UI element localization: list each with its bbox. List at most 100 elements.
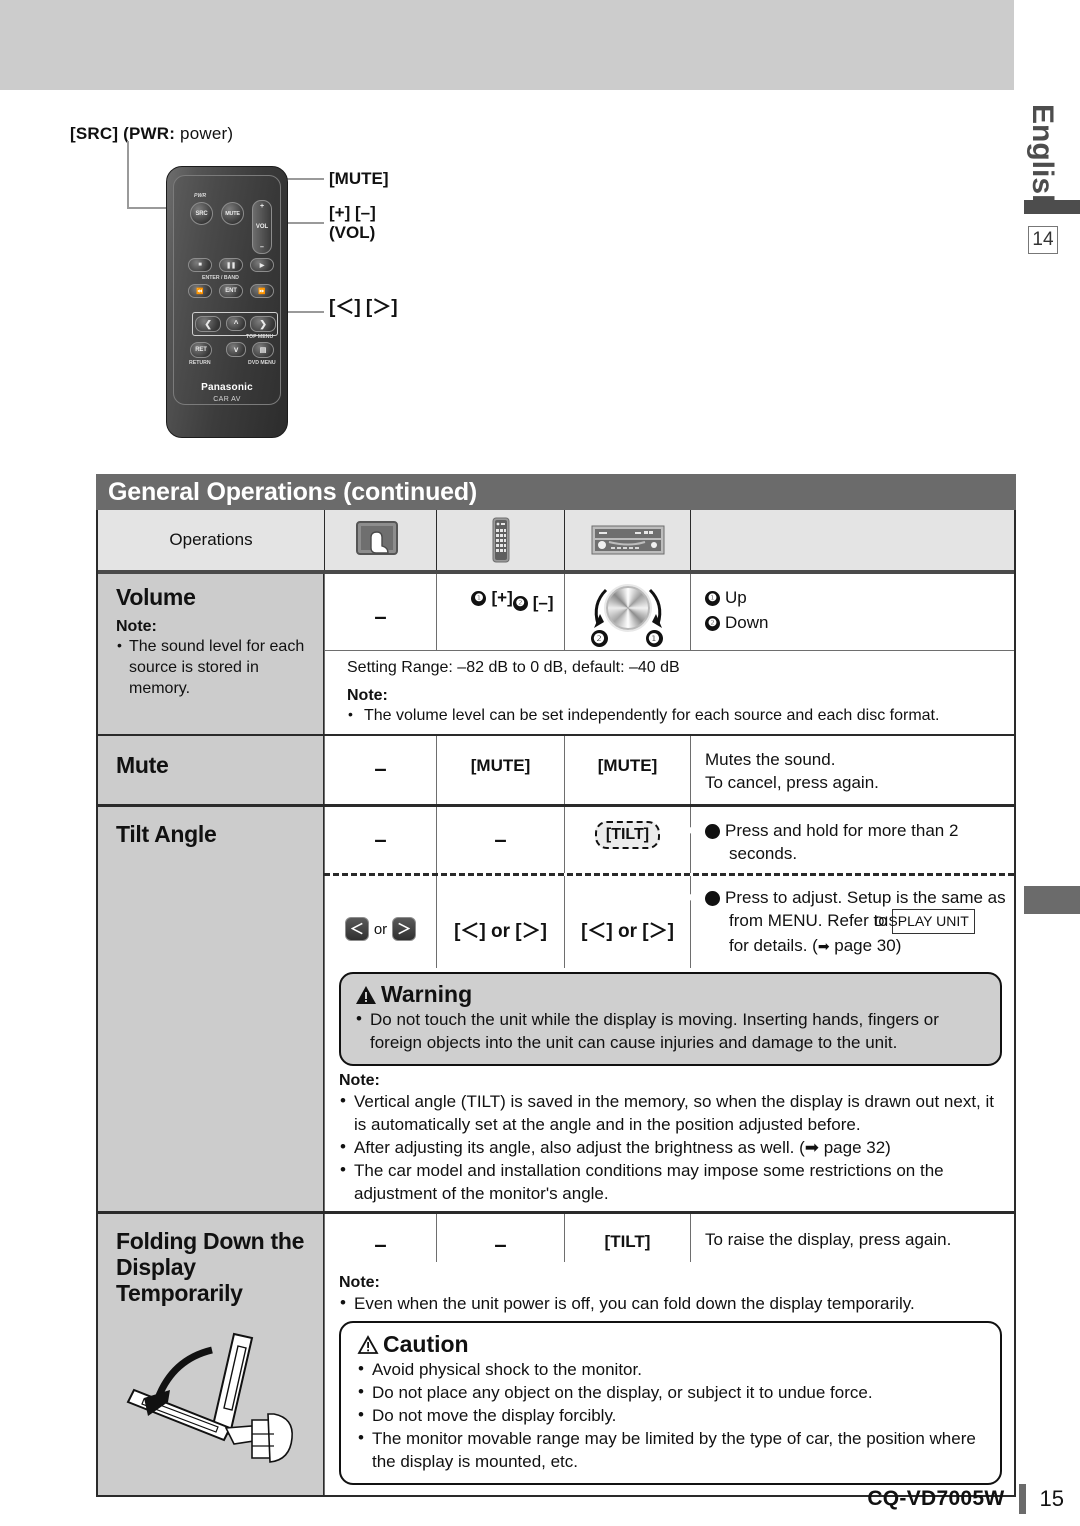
step-badge-1: ❶ <box>471 591 487 607</box>
volume-desc-up-label: Up <box>725 588 747 607</box>
remote-vol-rocker: + VOL – <box>252 200 272 254</box>
remote-play-button: ▶ <box>250 258 274 272</box>
table-header-row: Operations <box>98 510 1014 574</box>
tilt-step1-desc-text: ❶ Press and hold for more than 2 seconds. <box>689 819 1004 865</box>
remote-brand: Panasonic <box>201 382 253 393</box>
volume-desc-cell: ❶ Up ❷ Down <box>690 574 1014 650</box>
warning-title-row: Warning <box>355 981 986 1008</box>
leader-line-src-v <box>127 141 129 209</box>
page-footer: CQ-VD7005W 15 <box>867 1484 1064 1514</box>
volume-remote-plus: [+] <box>491 588 513 607</box>
tilt-note-bullet-3: The car model and installation condition… <box>339 1158 1002 1205</box>
section-title: General Operations (continued) <box>96 474 1016 510</box>
step-badge-2c: ❷ <box>689 891 720 907</box>
folding-desc-text: To raise the display, press again. <box>705 1230 952 1249</box>
volume-note-bullet: The sound level for each source is store… <box>116 635 311 699</box>
language-label: English <box>1026 103 1059 213</box>
folding-touch-dash: – <box>374 1232 387 1257</box>
caution-bullet-1: Avoid physical shock to the monitor. <box>357 1357 986 1381</box>
volume-title-cell: Volume Note: The sound level for each so… <box>98 574 324 734</box>
caution-bullet-3: Do not move the display forcibly. <box>357 1403 986 1427</box>
warning-bullet: Do not touch the unit while the display … <box>355 1007 986 1054</box>
row-title-tilt-angle: Tilt Angle <box>116 821 217 847</box>
touch-left-key[interactable]: ＜ <box>344 917 369 941</box>
step-badge-1b: ❶ <box>705 591 720 607</box>
volume-unit-cell: ❷ ❶ <box>564 574 690 650</box>
tilt-step2-remote-keys: [＜] or [＞] <box>454 920 547 942</box>
volume-knob-illustration: ❷ ❶ <box>580 584 676 650</box>
table-row-mute: Mute – [MUTE] [MUTE] Mutes the sound. To… <box>98 736 1014 807</box>
tilt-step1-touch-dash: – <box>374 827 387 852</box>
knob-mark-left: ❷ <box>590 630 608 647</box>
volume-subnote-area: Setting Range: –82 dB to 0 dB, default: … <box>324 650 1014 734</box>
sidebar-dark-tab <box>1024 200 1080 214</box>
tilt-step2-remote: [＜] or [＞] <box>436 876 564 968</box>
footer-model: CQ-VD7005W <box>867 1487 1005 1510</box>
tilt-title-cell: Tilt Angle <box>98 807 324 1211</box>
mute-desc-cell: Mutes the sound. To cancel, press again. <box>690 736 1014 804</box>
row-title-volume: Volume <box>116 584 196 610</box>
remote-ent-button: ENT <box>219 284 243 298</box>
warning-box: Warning Do not touch the unit while the … <box>339 972 1002 1066</box>
folding-display-illustration <box>116 1316 323 1481</box>
tilt-step1-remote-dash: – <box>494 827 507 852</box>
volume-note-label: Note: <box>116 618 157 635</box>
head-unit-icon <box>564 510 690 570</box>
mute-touch-dash: – <box>374 756 387 781</box>
remote-up-button: ^ <box>226 316 246 331</box>
volume-desc-up: ❶ Up <box>705 588 1014 608</box>
step-badge-2: ❷ <box>512 596 528 612</box>
remote-left-button: ❮ <box>195 316 221 332</box>
mute-desc-line2: To cancel, press again. <box>705 773 879 792</box>
warning-title: Warning <box>381 981 473 1007</box>
remote-ret-button: RET <box>190 342 212 358</box>
remote-brand-sub: CAR AV <box>213 396 241 403</box>
callout-vol-line2: (VOL) <box>329 223 376 242</box>
table-row-tilt-angle: Tilt Angle – – [TILT] ❶ Press and hold fo… <box>98 807 1014 1214</box>
tilt-step2-desc: ❷ Press to adjust. Setup is the same as f… <box>689 876 1014 968</box>
tilt-note-bullet-1: Vertical angle (TILT) is saved in the me… <box>339 1089 1002 1136</box>
remote-top-menu-label: TOP MENU <box>246 334 274 340</box>
tilt-warning-area: Warning Do not touch the unit while the … <box>324 968 1014 1211</box>
row-title-mute: Mute <box>116 752 169 778</box>
table-row-volume: Volume Note: The sound level for each so… <box>98 574 1014 736</box>
tilt-step2-desc-text: ❷ Press to adjust. Setup is the same as f… <box>689 886 1006 958</box>
volume-touch-cell: – <box>324 574 436 650</box>
folding-note-label: Note: <box>339 1274 380 1291</box>
row-title-folding-3: Temporarily <box>116 1280 243 1306</box>
mute-unit-key: [MUTE] <box>597 756 658 775</box>
warning-triangle-icon <box>356 985 376 1004</box>
tilt-step1-desc-label: Press and hold for more than 2 seconds. <box>725 821 959 863</box>
tilt-button-dashed[interactable]: [TILT] <box>594 821 661 849</box>
folding-note-area: Note: Even when the unit power is off, y… <box>324 1262 1014 1495</box>
caution-bullet-2: Do not place any object on the display, … <box>357 1380 986 1404</box>
volume-subnote-bullet: The volume level can be set independentl… <box>347 704 1000 726</box>
tilt-step2-desc-part2: for details. ( <box>729 936 818 955</box>
folding-touch-cell: – <box>324 1214 436 1262</box>
volume-remote-cell: ❶ [+] ❷ [–] <box>436 574 564 650</box>
volume-desc-down: ❷ Down <box>705 613 1014 633</box>
touch-right-key[interactable]: ＞ <box>392 917 417 941</box>
volume-remote-item-1: ❶ [+] <box>471 588 513 608</box>
touch-or-label: or <box>373 920 388 938</box>
volume-knob <box>605 586 650 630</box>
operations-table: Operations Volume Note: • The sound leve… <box>96 510 1016 1497</box>
mute-title-cell: Mute <box>98 736 324 804</box>
mute-unit-cell: [MUTE] <box>564 736 690 804</box>
mute-remote-cell: [MUTE] <box>436 736 564 804</box>
mute-remote-key: [MUTE] <box>470 756 531 775</box>
tilt-step2-unit: [＜] or [＞] <box>564 876 690 968</box>
folding-title-cell: Folding Down the Display Temporarily <box>98 1214 324 1495</box>
volume-desc-down-label: Down <box>725 613 769 632</box>
remote-return-label: RETURN <box>189 360 211 366</box>
step-badge-1c: ❶ <box>689 824 720 840</box>
folding-unit-key: [TILT] <box>604 1232 651 1251</box>
callout-mute: [MUTE] <box>329 169 389 188</box>
folding-desc-cell: To raise the display, press again. <box>690 1214 1014 1262</box>
knob-mark-right: ❶ <box>645 630 663 647</box>
callout-leftright: [＜] [＞] <box>329 297 398 318</box>
caution-bullet-4: The monitor movable range may be limited… <box>357 1426 986 1473</box>
top-gray-band <box>0 0 1014 90</box>
touch-panel-icon <box>324 510 436 570</box>
remote-vol-plus: + <box>259 203 265 210</box>
